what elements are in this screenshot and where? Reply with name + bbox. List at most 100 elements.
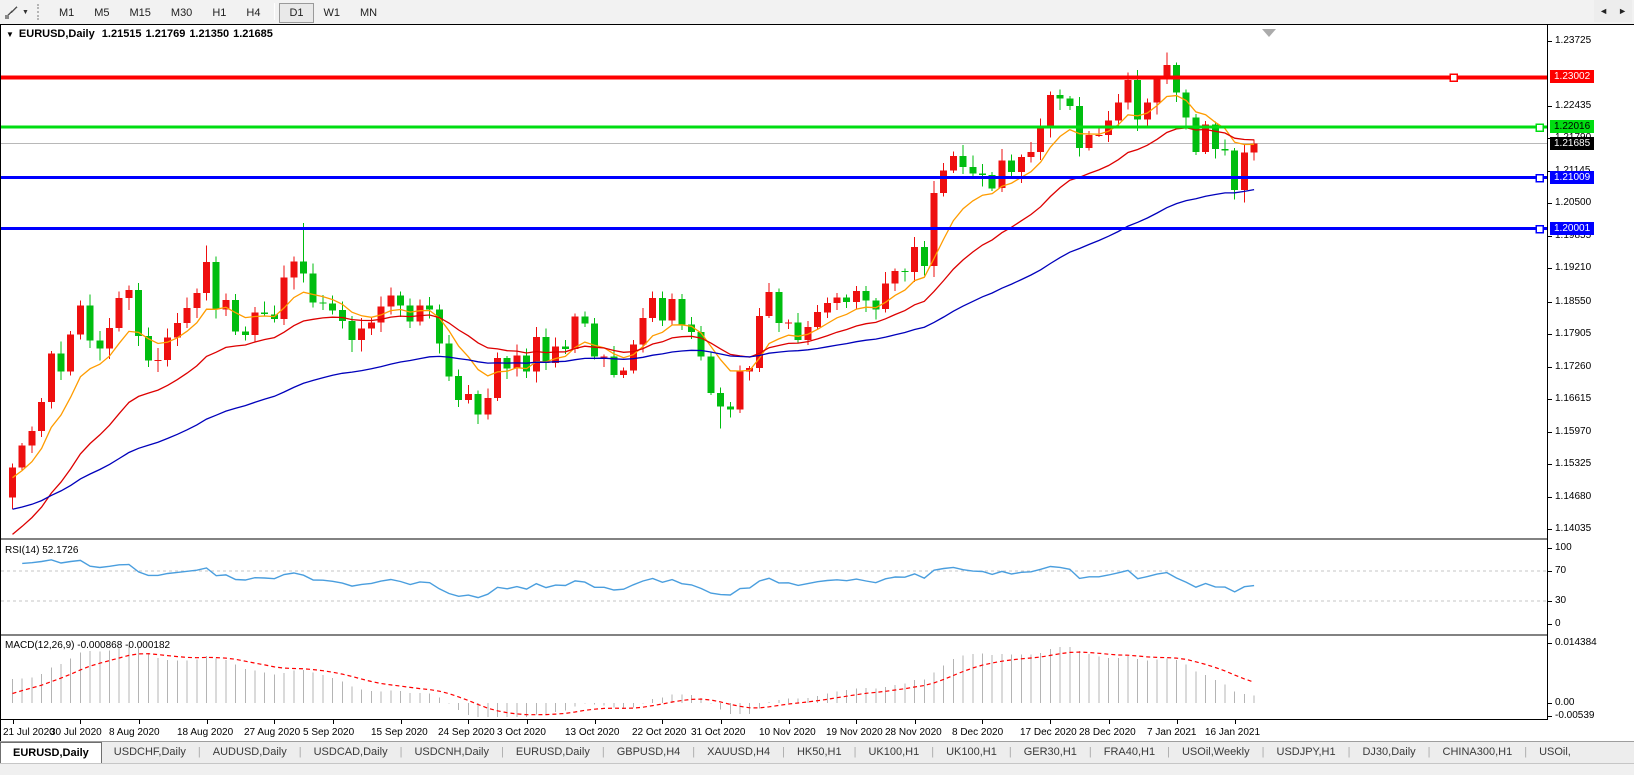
chart-tab-usoil-weekly[interactable]: USOil,Weekly — [1170, 742, 1262, 764]
candle-body — [863, 291, 870, 301]
chart-shift-marker-icon[interactable] — [1262, 29, 1276, 37]
price-axis-tick — [1548, 399, 1552, 400]
candle-body — [193, 293, 200, 308]
time-axis-label: 28 Dec 2020 — [1079, 727, 1136, 738]
chart-open-value: 1.21515 — [102, 28, 142, 40]
price-axis-tick — [1548, 236, 1552, 237]
price-axis-label: 1.15970 — [1555, 426, 1591, 437]
chart-tool-icon[interactable] — [2, 3, 22, 21]
toolbar-drag-handle[interactable] — [37, 4, 43, 20]
candle-body — [1047, 95, 1054, 128]
candle-body — [242, 331, 249, 335]
time-axis-label: 15 Sep 2020 — [371, 727, 428, 738]
time-axis-label: 30 Jul 2020 — [50, 727, 102, 738]
rsi-pane[interactable] — [1, 542, 1547, 634]
time-axis-tick — [856, 720, 857, 724]
chart-window[interactable]: ▼EURUSD,Daily 1.215151.217691.213501.216… — [0, 24, 1634, 741]
line-handle[interactable] — [1536, 124, 1543, 131]
candle-body — [38, 402, 45, 431]
chart-tab-uk100-h1[interactable]: UK100,H1 — [934, 742, 1009, 764]
line-handle[interactable] — [1536, 175, 1543, 182]
price-axis[interactable]: 1.237251.224351.217901.211451.205001.198… — [1548, 25, 1634, 720]
candle-body — [203, 262, 210, 293]
time-axis-tick — [139, 720, 140, 724]
tab-scroll-left-icon[interactable]: ◄ — [1594, 6, 1613, 16]
price-axis-tick — [1548, 529, 1552, 530]
tab-scroll-right-icon[interactable]: ► — [1613, 6, 1632, 16]
toolbar-dropdown-caret-icon[interactable]: ▼ — [22, 9, 33, 16]
price-axis-tick — [1548, 268, 1552, 269]
chart-tab-fra40-h1[interactable]: FRA40,H1 — [1092, 742, 1167, 764]
candle-body — [969, 167, 976, 174]
main-chart-pane[interactable] — [1, 25, 1547, 538]
candle-body — [1095, 135, 1102, 136]
chart-tab-usdchf-daily[interactable]: USDCHF,Daily — [102, 742, 198, 764]
timeframe-button-h1[interactable]: H1 — [202, 3, 236, 23]
chart-tab-xauusd-h4[interactable]: XAUUSD,H4 — [695, 742, 782, 764]
candle-body — [766, 292, 773, 316]
timeframe-button-h4[interactable]: H4 — [236, 3, 270, 23]
timeframe-button-d1[interactable]: D1 — [279, 3, 313, 23]
timeframe-button-m5[interactable]: M5 — [84, 3, 119, 23]
candle-body — [775, 292, 782, 323]
chart-tab-dj30-daily[interactable]: DJ30,Daily — [1350, 742, 1427, 764]
candle-body — [552, 347, 559, 364]
timeframe-button-group: M1M5M15M30H1H4 D1W1MN — [49, 3, 387, 21]
candle-body — [1154, 79, 1161, 102]
chart-tab-hk50-h1[interactable]: HK50,H1 — [785, 742, 854, 764]
time-axis-label: 24 Sep 2020 — [438, 727, 495, 738]
candle-body — [572, 316, 579, 349]
pane-separator[interactable] — [1, 634, 1634, 636]
chart-tab-eurusd-daily[interactable]: EURUSD,Daily — [0, 742, 102, 764]
timeframe-button-m1[interactable]: M1 — [49, 3, 84, 23]
chart-tab-ger30-h1[interactable]: GER30,H1 — [1012, 742, 1089, 764]
chart-tab-audusd-daily[interactable]: AUDUSD,Daily — [201, 742, 299, 764]
chart-tab-eurusd-daily[interactable]: EURUSD,Daily — [504, 742, 602, 764]
rsi-axis-tick — [1548, 548, 1552, 549]
candle-body — [174, 323, 181, 338]
line-handle[interactable] — [1536, 226, 1543, 233]
candle-body — [300, 261, 307, 273]
candle-body — [1183, 93, 1190, 118]
time-axis-label: 7 Jan 2021 — [1147, 727, 1197, 738]
time-axis-label: 27 Aug 2020 — [244, 727, 300, 738]
fast-ma-line[interactable] — [13, 96, 1255, 478]
line-handle[interactable] — [1450, 74, 1457, 81]
timeframe-button-m15[interactable]: M15 — [120, 3, 161, 23]
chart-tab-usdcad-daily[interactable]: USDCAD,Daily — [302, 742, 400, 764]
candle-body — [329, 304, 336, 311]
chart-tab-uk100-h1[interactable]: UK100,H1 — [856, 742, 931, 764]
timeframe-button-mn[interactable]: MN — [350, 3, 387, 23]
chart-tab-usoil-[interactable]: USOil, — [1527, 742, 1583, 764]
chart-tab-usdjpy-h1[interactable]: USDJPY,H1 — [1265, 742, 1348, 764]
price-axis-label: 1.14680 — [1555, 491, 1591, 502]
candle-body — [727, 407, 734, 410]
candle-body — [824, 303, 831, 312]
time-axis[interactable]: 21 Jul 202030 Jul 20208 Aug 202018 Aug 2… — [1, 720, 1634, 742]
chart-low-value: 1.21350 — [189, 28, 229, 40]
chart-collapse-icon[interactable]: ▼ — [6, 30, 14, 39]
timeframe-button-w1[interactable]: W1 — [314, 3, 351, 23]
time-axis-tick — [80, 720, 81, 724]
chart-tab-usdcnh-daily[interactable]: USDCNH,Daily — [402, 742, 501, 764]
mid-ma-line[interactable] — [13, 128, 1255, 535]
timeframe-button-m30[interactable]: M30 — [161, 3, 202, 23]
candle-body — [116, 298, 123, 328]
candle-body — [950, 156, 957, 171]
candle-body — [853, 291, 860, 302]
macd-pane[interactable] — [1, 638, 1547, 719]
chart-tab-china300-h1[interactable]: CHINA300,H1 — [1431, 742, 1525, 764]
pane-separator[interactable] — [1, 538, 1634, 540]
candle-body — [1028, 152, 1035, 157]
candle-body — [358, 328, 365, 340]
time-axis-label: 28 Nov 2020 — [885, 727, 942, 738]
candle-body — [184, 308, 191, 323]
chart-high-value: 1.21769 — [146, 28, 186, 40]
candle-body — [67, 334, 74, 371]
candle-body — [232, 300, 239, 331]
candle-body — [1086, 135, 1093, 148]
candle-body — [1231, 151, 1238, 190]
candle-body — [213, 262, 220, 310]
price-axis-tick — [1548, 302, 1552, 303]
chart-tab-gbpusd-h4[interactable]: GBPUSD,H4 — [605, 742, 693, 764]
